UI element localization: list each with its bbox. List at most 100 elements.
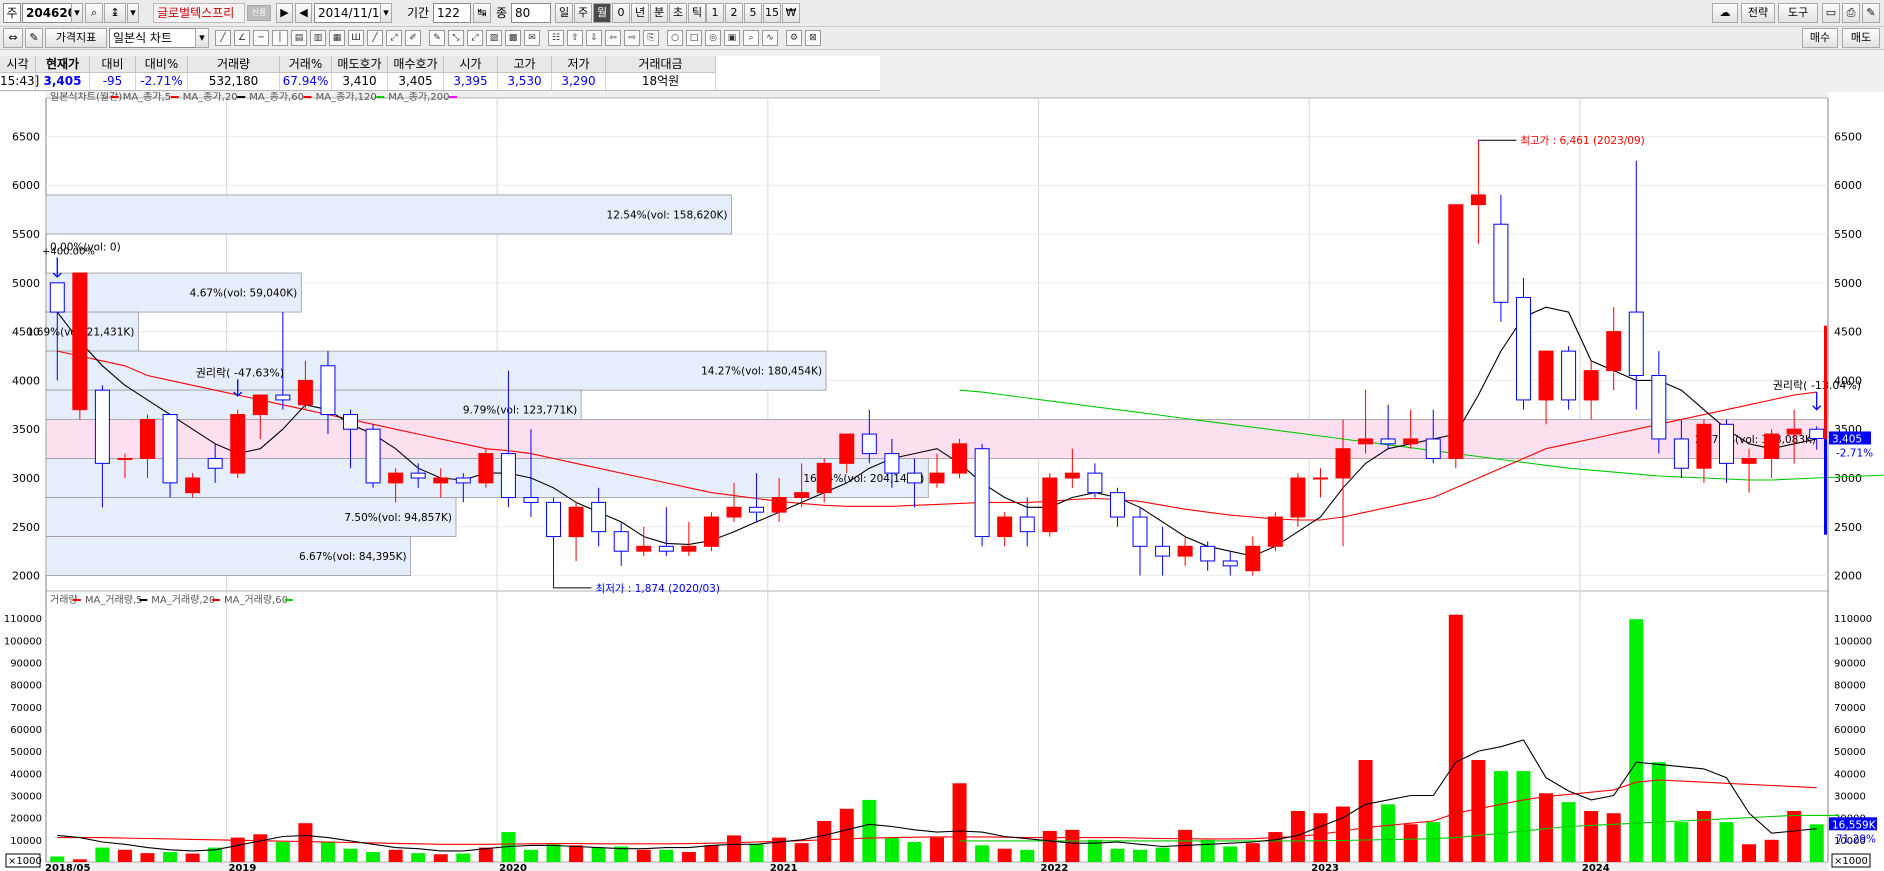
minute-button[interactable]: 5 [744, 3, 762, 23]
volume-bar [1403, 824, 1418, 862]
down-arrow-icon[interactable]: ⇩ [586, 30, 602, 46]
volume-bar [726, 835, 741, 862]
folder-icon[interactable]: ▭ [1822, 3, 1840, 23]
interval-button[interactable]: 틱 [688, 3, 706, 23]
candle-body [478, 453, 494, 484]
candle-body [861, 433, 877, 455]
interval-button[interactable]: 월 [593, 3, 611, 23]
horizontal-line-icon[interactable]: ─ [253, 30, 269, 46]
wave-icon[interactable]: ∿ [762, 30, 778, 46]
count-input[interactable]: 80 [511, 3, 551, 23]
angle-line-icon[interactable]: ∠ [234, 30, 250, 46]
pen-icon[interactable]: ✐ [405, 30, 421, 46]
fork-icon[interactable]: Ш [348, 30, 364, 46]
settings-icon[interactable]: ⚙ [786, 30, 802, 46]
volume-bar [884, 837, 899, 862]
interval-button[interactable]: 주 [574, 3, 592, 23]
price-tick-right: 3000 [1834, 472, 1862, 485]
edit-icon[interactable]: ✎ [25, 28, 43, 48]
candle-body [343, 414, 359, 430]
candle-body [1380, 438, 1396, 445]
box-icon[interactable]: ▣ [724, 30, 740, 46]
arrow2-icon[interactable]: ⤢ [467, 30, 483, 46]
minute-button[interactable]: 15 [763, 3, 781, 23]
interval-button[interactable]: 0 [612, 3, 630, 23]
prev-icon[interactable]: ◀ [295, 3, 312, 23]
current-change-label: -2.71% [1836, 447, 1873, 459]
candle-body [1358, 438, 1374, 445]
target-icon[interactable]: ◎ [705, 30, 721, 46]
interval-button[interactable]: 년 [631, 3, 649, 23]
fib2-icon[interactable]: ▩ [505, 30, 521, 46]
pencil-icon[interactable]: ✎ [429, 30, 445, 46]
strategy-button[interactable]: 전략 [1741, 3, 1775, 23]
sell-button[interactable]: 매도 [1842, 28, 1880, 48]
wrench-icon[interactable]: ✎ [1862, 3, 1880, 23]
fib1-icon[interactable]: ▨ [486, 30, 502, 46]
x-axis-label: 2024 [1582, 863, 1610, 871]
date-dropdown-icon[interactable]: ▾ [380, 3, 392, 23]
chart-type-select[interactable]: 일본식 차트 [109, 28, 209, 48]
rectangle-icon[interactable]: □ [686, 30, 702, 46]
price-indicator-button[interactable]: 가격지표 [45, 28, 107, 48]
vertical-line-icon[interactable]: │ [272, 30, 288, 46]
trend-line-icon[interactable]: ╱ [215, 30, 231, 46]
grid2-icon[interactable]: ▥ [310, 30, 326, 46]
chart-type-dropdown-icon[interactable]: ▾ [195, 28, 209, 48]
count-label: 종 [496, 6, 508, 20]
volume-tick-left: 80000 [10, 681, 42, 692]
volume-bar [704, 845, 719, 862]
period-input[interactable]: 122 [433, 3, 471, 23]
price-tick-left: 2000 [12, 570, 40, 583]
minute-button[interactable]: 1 [706, 3, 724, 23]
zoom-icon[interactable]: ⌕ [743, 30, 759, 46]
sort-icon[interactable]: ↨ [104, 3, 126, 23]
buy-button[interactable]: 매수 [1802, 28, 1838, 48]
up-arrow-icon[interactable]: ⇧ [567, 30, 583, 46]
candle-body [1177, 545, 1193, 557]
search-icon[interactable]: ⌕ [85, 3, 103, 23]
volume-bar [907, 842, 922, 862]
print-icon[interactable]: ⎙ [1842, 3, 1860, 23]
grid1-icon[interactable]: ▤ [291, 30, 307, 46]
info-value: -2.71% [136, 73, 188, 90]
expand-icon[interactable]: ⇔ [3, 28, 23, 48]
grid3-icon[interactable]: ▦ [329, 30, 345, 46]
sort-dropdown-icon[interactable]: ▾ [127, 3, 139, 23]
minute-button[interactable]: ₩ [782, 3, 800, 23]
ray-icon[interactable]: ╱ [367, 30, 383, 46]
volume-bar [1200, 839, 1215, 862]
volume-bar [1651, 762, 1666, 862]
price-tick-right: 5000 [1834, 277, 1862, 290]
interval-button[interactable]: 분 [650, 3, 668, 23]
message-icon[interactable]: ✉ [524, 30, 540, 46]
volume-bar [930, 837, 944, 862]
low-annotation: 최저가 : 1,874 (2020/03) [596, 583, 720, 595]
price-tick-right: 2500 [1834, 521, 1862, 534]
price-tick-left: 6000 [12, 179, 40, 192]
volume-profile-bar [45, 419, 1829, 459]
price-tick-left: 3000 [12, 472, 40, 485]
main-toolbar: 주 204620 ▾ ⌕ ↨ ▾ 글로벌텍스프리 신용 ▶ ◀ 2014/11/… [0, 0, 1884, 27]
minute-button[interactable]: 2 [725, 3, 743, 23]
code-dropdown-icon[interactable]: ▾ [71, 3, 83, 23]
circle-icon[interactable]: ○ [667, 30, 683, 46]
candle-body [1741, 457, 1757, 464]
arrow1-icon[interactable]: ⤡ [448, 30, 464, 46]
volume-tick-right: 50000 [1834, 747, 1866, 758]
interval-button[interactable]: 일 [555, 3, 573, 23]
market-mode-select[interactable]: 주 [3, 3, 21, 23]
price-tick-right: 6500 [1834, 130, 1862, 143]
left-arrow-icon[interactable]: ⇦ [605, 30, 621, 46]
pattern-icon[interactable]: ☷ [548, 30, 564, 46]
info-header: 시가 [444, 56, 498, 73]
period-button[interactable]: ↹ [473, 3, 491, 23]
extend-icon[interactable]: ⤢ [386, 30, 402, 46]
cloud-icon[interactable]: ☁ [1712, 3, 1738, 23]
clear-icon[interactable]: ⊠ [805, 30, 821, 46]
interval-button[interactable]: 초 [669, 3, 687, 23]
copy-icon[interactable]: ⎘ [643, 30, 659, 46]
play-icon[interactable]: ▶ [276, 3, 293, 23]
tools-button[interactable]: 도구 [1778, 3, 1818, 23]
right-arrow-icon[interactable]: ⇨ [624, 30, 640, 46]
